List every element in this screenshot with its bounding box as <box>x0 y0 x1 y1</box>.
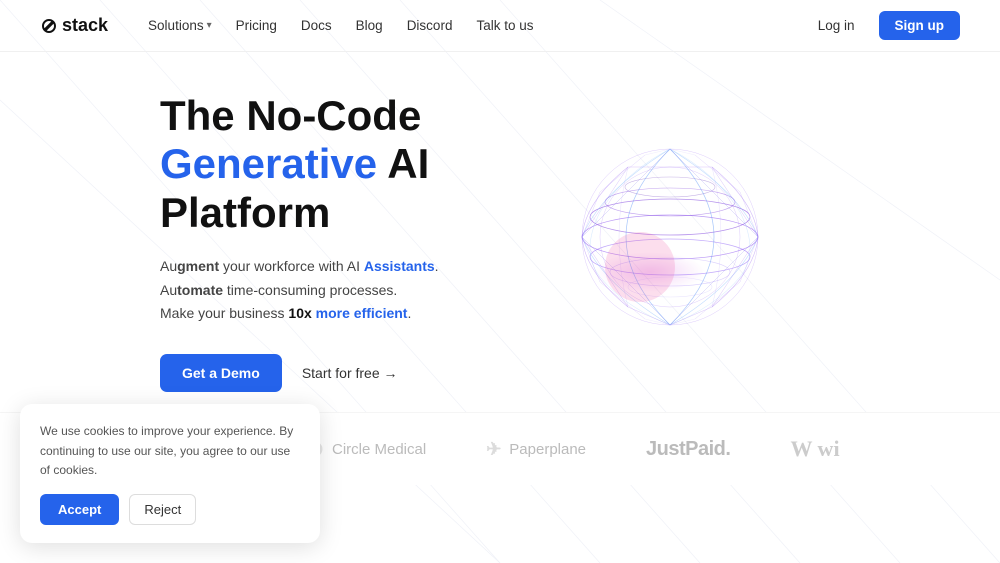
logo-wi: W wi <box>790 436 839 462</box>
navbar: stack Solutions ▾ Pricing Docs Blog Disc… <box>0 0 1000 52</box>
reject-cookies-button[interactable]: Reject <box>129 494 196 525</box>
cookie-banner: We use cookies to improve your experienc… <box>20 404 320 543</box>
nav-blog[interactable]: Blog <box>356 18 383 33</box>
chevron-down-icon: ▾ <box>207 20 212 31</box>
nav-talk[interactable]: Talk to us <box>476 18 533 33</box>
hero-section: The No-Code Generative AI Platform Augme… <box>0 52 1000 412</box>
nav-solutions[interactable]: Solutions ▾ <box>148 18 212 33</box>
hero-text: The No-Code Generative AI Platform Augme… <box>160 92 500 392</box>
hero-buttons: Get a Demo Start for free → <box>160 354 500 392</box>
wi-label: W wi <box>790 436 839 462</box>
sphere-visual <box>540 112 800 372</box>
paperplane-label: Paperplane <box>509 441 586 458</box>
justpaid-label: JustPaid. <box>646 438 730 461</box>
get-demo-button[interactable]: Get a Demo <box>160 354 282 392</box>
hero-title-blue: Generative <box>160 140 377 187</box>
hero-description: Augment your workforce with AI Assistant… <box>160 255 500 326</box>
nav-pricing[interactable]: Pricing <box>236 18 277 33</box>
cookie-buttons: Accept Reject <box>40 494 300 525</box>
login-button[interactable]: Log in <box>806 12 867 39</box>
paperplane-icon: ✈ <box>486 439 501 460</box>
logo-paperplane: ✈ Paperplane <box>486 439 586 460</box>
logo-text: stack <box>62 15 108 36</box>
nav-auth: Log in Sign up <box>806 11 960 40</box>
nav-docs[interactable]: Docs <box>301 18 332 33</box>
accept-cookies-button[interactable]: Accept <box>40 494 119 525</box>
start-free-button[interactable]: Start for free → <box>302 365 398 381</box>
logo-justpaid: JustPaid. <box>646 438 730 461</box>
logo[interactable]: stack <box>40 15 108 36</box>
logo-circle-medical: ⊙ Circle Medical <box>306 436 427 462</box>
hero-visual <box>500 112 840 372</box>
hero-title: The No-Code Generative AI Platform <box>160 92 500 237</box>
signup-button[interactable]: Sign up <box>879 11 961 40</box>
cookie-text: We use cookies to improve your experienc… <box>40 422 300 480</box>
circle-medical-label: Circle Medical <box>332 441 426 458</box>
logo-icon <box>40 17 58 35</box>
nav-links: Solutions ▾ Pricing Docs Blog Discord Ta… <box>148 18 806 33</box>
nav-discord[interactable]: Discord <box>407 18 453 33</box>
